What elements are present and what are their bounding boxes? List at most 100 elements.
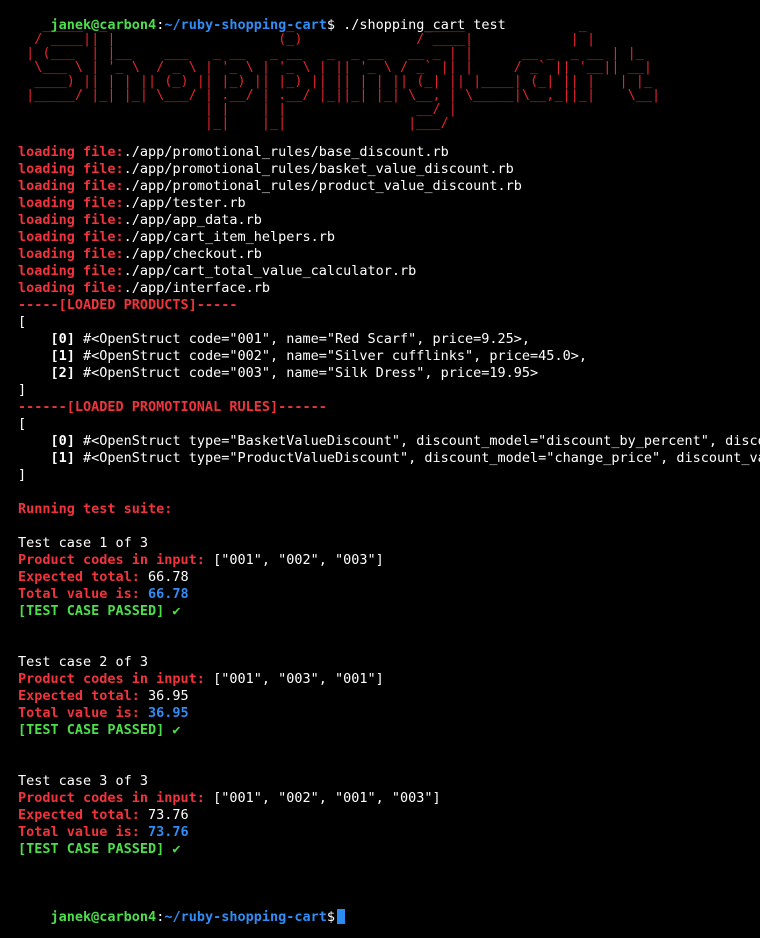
product-row: [2] #<OpenStruct code="003", name="Silk … [18, 365, 760, 382]
test-total-line: Total value is: 73.76 [18, 824, 760, 841]
expected-label: Expected total: [18, 569, 140, 585]
ascii-art-line: |_| |_| |___/ [18, 115, 652, 131]
rule-row: [0] #<OpenStruct type="BasketValueDiscou… [18, 433, 760, 450]
product-row: [0] #<OpenStruct code="001", name="Red S… [18, 331, 760, 348]
ascii-art-line: _____ _ _ _____ _ [18, 18, 612, 33]
ascii-art-line: | (___ | |__ ___ _ __ _ __ _ _ __ __ _ |… [18, 45, 652, 61]
loading-file: ./app/promotional_rules/base_discount.rb [123, 144, 449, 160]
codes-value: ["001", "002", "003"] [204, 552, 384, 568]
loading-prefix: loading file: [18, 144, 124, 160]
loading-prefix: loading file: [18, 229, 124, 245]
terminal-cursor[interactable] [337, 909, 346, 924]
product-index: [1] [50, 348, 75, 364]
loading-file: ./app/tester.rb [123, 195, 246, 211]
test-case-2: Test case 2 of 3 Product codes in input:… [18, 654, 760, 739]
prompt-line: janek@carbon4:~/ruby-shopping-cart$ ./sh… [18, 0, 760, 33]
prompt-path: ~/ruby-shopping-cart [164, 909, 327, 925]
prompt-user-host: janek@carbon4 [50, 909, 157, 925]
test-total-line: Total value is: 36.95 [18, 705, 760, 722]
rule-row: [1] #<OpenStruct type="ProductValueDisco… [18, 450, 760, 467]
codes-label: Product codes in input: [18, 671, 205, 687]
test-passed: [TEST CASE PASSED] ✔ [18, 841, 181, 857]
loading-line: loading file:./app/promotional_rules/pro… [18, 178, 760, 195]
ascii-banner: _____ _ _ _____ _ / ____|| | (_) / ____|… [18, 18, 760, 144]
test-expected-line: Expected total: 73.76 [18, 807, 760, 824]
products-close-bracket: ] [18, 382, 27, 398]
expected-label: Expected total: [18, 807, 140, 823]
test-case-title: Test case 2 of 3 [18, 654, 149, 670]
test-case-title: Test case 1 of 3 [18, 535, 149, 551]
product-text: #<OpenStruct code="003", name="Silk Dres… [74, 365, 539, 381]
test-codes-line: Product codes in input: ["001", "002", "… [18, 790, 760, 807]
test-passed: [TEST CASE PASSED] ✔ [18, 603, 181, 619]
loading-prefix: loading file: [18, 195, 124, 211]
prompt-line-final[interactable]: janek@carbon4:~/ruby-shopping-cart$ [18, 892, 760, 925]
loading-file: ./app/checkout.rb [123, 246, 262, 262]
codes-label: Product codes in input: [18, 790, 205, 806]
expected-value: 66.78 [139, 569, 189, 585]
loading-prefix: loading file: [18, 178, 124, 194]
codes-value: ["001", "002", "001", "003"] [204, 790, 441, 806]
loading-prefix: loading file: [18, 246, 124, 262]
product-text: #<OpenStruct code="001", name="Red Scarf… [74, 331, 531, 347]
product-row: [1] #<OpenStruct code="002", name="Silve… [18, 348, 760, 365]
test-codes-line: Product codes in input: ["001", "003", "… [18, 671, 760, 688]
test-total-line: Total value is: 66.78 [18, 586, 760, 603]
loading-prefix: loading file: [18, 161, 124, 177]
codes-value: ["001", "003", "001"] [204, 671, 384, 687]
total-label: Total value is: [18, 824, 140, 840]
loading-line: loading file:./app/tester.rb [18, 195, 760, 212]
loading-line: loading file:./app/interface.rb [18, 280, 760, 297]
loading-prefix: loading file: [18, 280, 124, 296]
rule-text: #<OpenStruct type="BasketValueDiscount",… [74, 433, 760, 449]
loading-file: ./app/cart_item_helpers.rb [123, 229, 335, 245]
loading-file: ./app/interface.rb [123, 280, 270, 296]
loading-line: loading file:./app/cart_total_value_calc… [18, 263, 760, 280]
rules-header: ------[LOADED PROMOTIONAL RULES]------ [18, 399, 327, 415]
total-label: Total value is: [18, 705, 140, 721]
total-value: 66.78 [139, 586, 189, 602]
ascii-art-line: | | | | __/ | [18, 101, 652, 117]
total-value: 36.95 [139, 705, 189, 721]
ascii-art-line: / ____|| | (_) / ____| | | [18, 31, 612, 47]
test-case-title: Test case 3 of 3 [18, 773, 149, 789]
loading-line: loading file:./app/checkout.rb [18, 246, 760, 263]
ascii-art-line: |_____/ |_| |_| \___/ | .__/ | .__/ |_||… [18, 87, 661, 103]
loading-prefix: loading file: [18, 212, 124, 228]
total-value: 73.76 [139, 824, 189, 840]
test-codes-line: Product codes in input: ["001", "002", "… [18, 552, 760, 569]
loading-file: ./app/app_data.rb [123, 212, 262, 228]
loading-line: loading file:./app/cart_item_helpers.rb [18, 229, 760, 246]
test-case-1: Test case 1 of 3 Product codes in input:… [18, 535, 760, 620]
total-label: Total value is: [18, 586, 140, 602]
rule-index: [0] [50, 433, 75, 449]
loading-line: loading file:./app/app_data.rb [18, 212, 760, 229]
product-index: [2] [50, 365, 75, 381]
loading-list: loading file:./app/promotional_rules/bas… [18, 144, 760, 297]
product-index: [0] [50, 331, 75, 347]
ascii-art-line: ____) || | | || (_) || |_) || |_) || || … [18, 73, 661, 89]
loading-file: ./app/promotional_rules/basket_value_dis… [123, 161, 514, 177]
loading-file: ./app/cart_total_value_calculator.rb [123, 263, 417, 279]
test-expected-line: Expected total: 36.95 [18, 688, 760, 705]
loading-prefix: loading file: [18, 263, 124, 279]
products-open-bracket: [ [18, 314, 27, 330]
loading-file: ./app/promotional_rules/product_value_di… [123, 178, 522, 194]
product-text: #<OpenStruct code="002", name="Silver cu… [74, 348, 587, 364]
loading-line: loading file:./app/promotional_rules/bas… [18, 161, 760, 178]
rules-open-bracket: [ [18, 416, 27, 432]
codes-label: Product codes in input: [18, 552, 205, 568]
rules-close-bracket: ] [18, 467, 27, 483]
terminal-window[interactable]: janek@carbon4:~/ruby-shopping-cart$ ./sh… [0, 0, 760, 938]
test-passed: [TEST CASE PASSED] ✔ [18, 722, 181, 738]
prompt-dollar: $ [326, 909, 336, 925]
test-expected-line: Expected total: 66.78 [18, 569, 760, 586]
loading-line: loading file:./app/promotional_rules/bas… [18, 144, 760, 161]
